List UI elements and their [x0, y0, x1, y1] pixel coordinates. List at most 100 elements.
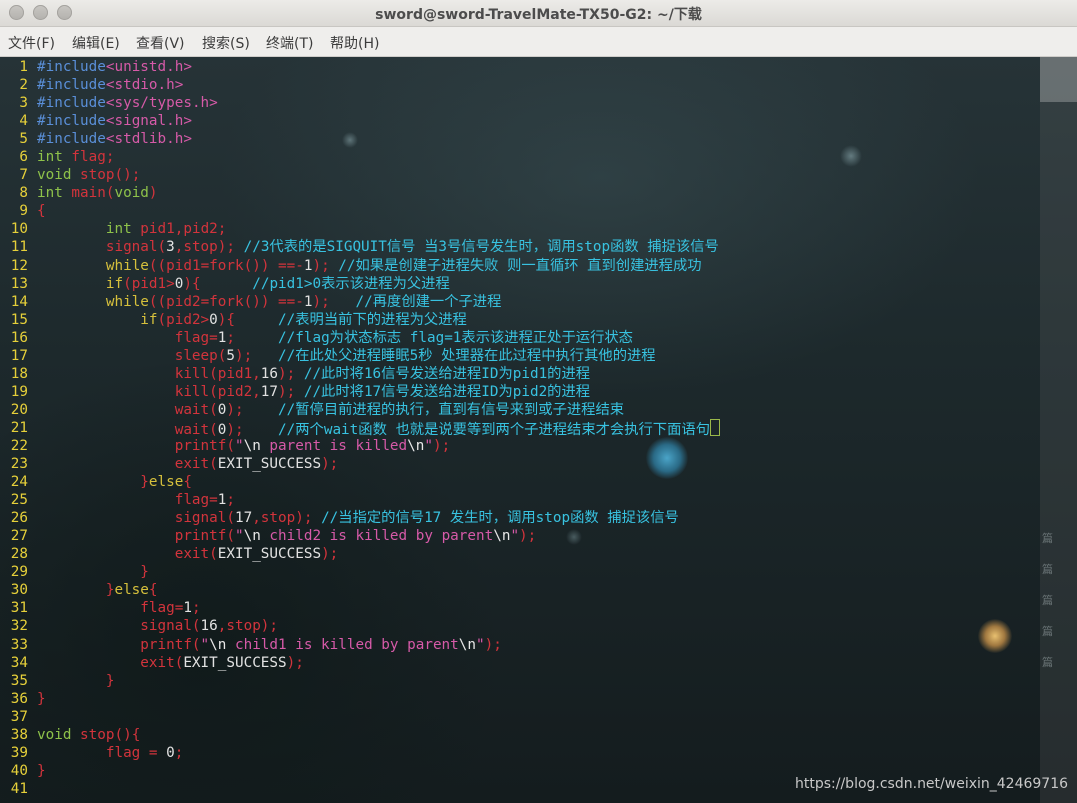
- code-text: if(pid1>0){ //pid1>0表示该进程为父进程: [37, 275, 450, 293]
- code-token: void: [37, 726, 72, 743]
- code-line[interactable]: 9{: [0, 202, 45, 220]
- menu-file[interactable]: 文件(F): [8, 33, 55, 53]
- code-line[interactable]: 6 int flag;: [0, 148, 114, 166]
- code-text: flag=1; //flag为状态标志 flag=1表示该进程正处于运行状态: [37, 329, 633, 347]
- code-text: {: [37, 202, 46, 220]
- code-line[interactable]: 19 kill(pid2,17); //此时将17信号发送给进程ID为pid2的…: [0, 383, 590, 401]
- code-text: int flag;: [37, 148, 114, 166]
- code-line[interactable]: 10 int pid1,pid2;: [0, 220, 227, 238]
- code-editor[interactable]: 1 #include<unistd.h> 2 #include<stdio.h> 3 #i…: [0, 58, 720, 798]
- code-token: );: [278, 365, 304, 382]
- code-line[interactable]: 32 signal(16,stop);: [0, 617, 278, 635]
- code-line[interactable]: 23 exit(EXIT_SUCCESS);: [0, 455, 339, 473]
- code-line[interactable]: 31 flag=1;: [0, 599, 201, 617]
- code-text: }: [37, 762, 46, 780]
- code-line[interactable]: 12 while((pid1=fork()) ==-1); //如果是创建子进程…: [0, 257, 702, 275]
- code-token: EXIT_SUCCESS: [183, 654, 287, 671]
- code-text: }else{: [37, 473, 192, 491]
- menu-search[interactable]: 搜索(S): [202, 33, 250, 53]
- code-token: ){: [217, 311, 279, 328]
- code-token: }: [37, 582, 115, 599]
- code-line[interactable]: 41: [0, 780, 28, 798]
- code-line[interactable]: 7 void stop();: [0, 166, 140, 184]
- code-token: {: [37, 203, 46, 220]
- code-line[interactable]: 5 #include<stdlib.h>: [0, 130, 192, 148]
- code-token: flag=: [37, 492, 218, 509]
- code-line[interactable]: 36}: [0, 690, 46, 708]
- line-number: 12: [10, 257, 28, 274]
- code-line[interactable]: 25 flag=1;: [0, 491, 235, 509]
- terminal-area[interactable]: 1 #include<unistd.h> 2 #include<stdio.h> 3 #i…: [0, 57, 1077, 803]
- code-line[interactable]: 18 kill(pid1,16); //此时将16信号发送给进程ID为pid1的…: [0, 365, 590, 383]
- code-token: );: [234, 347, 279, 364]
- code-line[interactable]: 40}: [0, 762, 46, 780]
- code-line[interactable]: 27 printf("\n child2 is killed by parent…: [0, 527, 536, 545]
- menu-help[interactable]: 帮助(H): [330, 33, 379, 53]
- code-text: exit(EXIT_SUCCESS);: [37, 545, 339, 563]
- code-line[interactable]: 22 printf("\n parent is killed\n");: [0, 437, 450, 455]
- code-line[interactable]: 8 int main(void): [0, 184, 157, 202]
- code-token: while: [105, 293, 149, 310]
- code-line[interactable]: 30 }else{: [0, 581, 158, 599]
- line-number: 30: [10, 582, 28, 599]
- code-line[interactable]: 15 if(pid2>0){ //表明当前下的进程为父进程: [0, 311, 467, 329]
- code-token: );: [484, 636, 502, 653]
- line-number: 4: [19, 113, 28, 130]
- menu-bar: 文件(F) 编辑(E) 查看(V) 搜索(S) 终端(T) 帮助(H): [0, 27, 1077, 57]
- code-token: ;: [226, 492, 235, 509]
- code-line[interactable]: 38 void stop(){: [0, 726, 141, 744]
- code-token: );: [312, 257, 339, 274]
- code-line[interactable]: 39 flag = 0;: [0, 744, 184, 762]
- code-line[interactable]: 2 #include<stdio.h>: [0, 76, 183, 94]
- menu-view[interactable]: 查看(V): [136, 33, 185, 53]
- code-line[interactable]: 35 }: [0, 672, 115, 690]
- code-line[interactable]: 37: [0, 708, 28, 726]
- code-line[interactable]: 13 if(pid1>0){ //pid1>0表示该进程为父进程: [0, 275, 450, 293]
- code-token: 16: [200, 618, 218, 635]
- code-line[interactable]: 28 exit(EXIT_SUCCESS);: [0, 545, 339, 563]
- line-number: 36: [10, 690, 28, 707]
- code-line[interactable]: 16 flag=1; //flag为状态标志 flag=1表示该进程正处于运行状…: [0, 329, 633, 347]
- code-text: #include<signal.h>: [37, 112, 192, 130]
- menu-edit[interactable]: 编辑(E): [72, 33, 120, 53]
- code-line[interactable]: 33 printf("\n child1 is killed by parent…: [0, 636, 502, 654]
- code-line[interactable]: 4 #include<signal.h>: [0, 112, 192, 130]
- code-token: <unistd.h>: [105, 59, 192, 75]
- line-number: 11: [10, 239, 28, 256]
- code-token: );: [312, 293, 356, 310]
- code-token: ;: [226, 329, 279, 346]
- code-token: \n: [243, 528, 261, 545]
- line-number: 37: [10, 708, 28, 725]
- code-line[interactable]: 17 sleep(5); //在此处父进程睡眠5秒 处理器在此过程中执行其他的进…: [0, 347, 656, 365]
- code-line[interactable]: 20 wait(0); //暂停目前进程的执行，直到有信号来到或子进程结束: [0, 401, 624, 419]
- background-glow-tiny: [342, 132, 358, 148]
- code-line[interactable]: 11 signal(3,stop); //3代表的是SIGQUIT信号 当3号信…: [0, 238, 719, 256]
- code-token: stop();: [71, 167, 141, 184]
- code-token: flag;: [62, 149, 115, 166]
- code-token: exit(: [37, 456, 218, 473]
- code-line[interactable]: 1 #include<unistd.h>: [0, 58, 192, 76]
- code-token: #include: [37, 113, 106, 130]
- code-token: );: [321, 546, 339, 563]
- code-line[interactable]: 3 #include<sys/types.h>: [0, 94, 217, 112]
- code-line[interactable]: 34 exit(EXIT_SUCCESS);: [0, 654, 304, 672]
- code-line[interactable]: 24 }else{: [0, 473, 192, 491]
- code-token: 16: [260, 365, 279, 382]
- code-line[interactable]: 21 wait(0); //两个wait函数 也就是说要等到两个子进程结束才会执…: [0, 418, 720, 438]
- scrollbar-thumb[interactable]: [1040, 57, 1077, 102]
- menu-terminal[interactable]: 终端(T): [266, 33, 313, 53]
- scrollbar-track[interactable]: [1040, 57, 1077, 803]
- code-text: }: [37, 672, 115, 690]
- code-line[interactable]: 29 }: [0, 563, 149, 581]
- sidebar-char: 篇: [1042, 563, 1053, 576]
- code-token: main(: [62, 185, 115, 202]
- code-line[interactable]: 14 while((pid2=fork()) ==-1); //再度创建一个子进…: [0, 293, 502, 311]
- code-text: signal(16,stop);: [37, 617, 278, 635]
- code-token: <signal.h>: [105, 113, 192, 130]
- line-number: 13: [10, 275, 28, 292]
- code-text: if(pid2>0){ //表明当前下的进程为父进程: [37, 311, 467, 329]
- code-line[interactable]: 26 signal(17,stop); //当指定的信号17 发生时，调用sto…: [0, 509, 679, 527]
